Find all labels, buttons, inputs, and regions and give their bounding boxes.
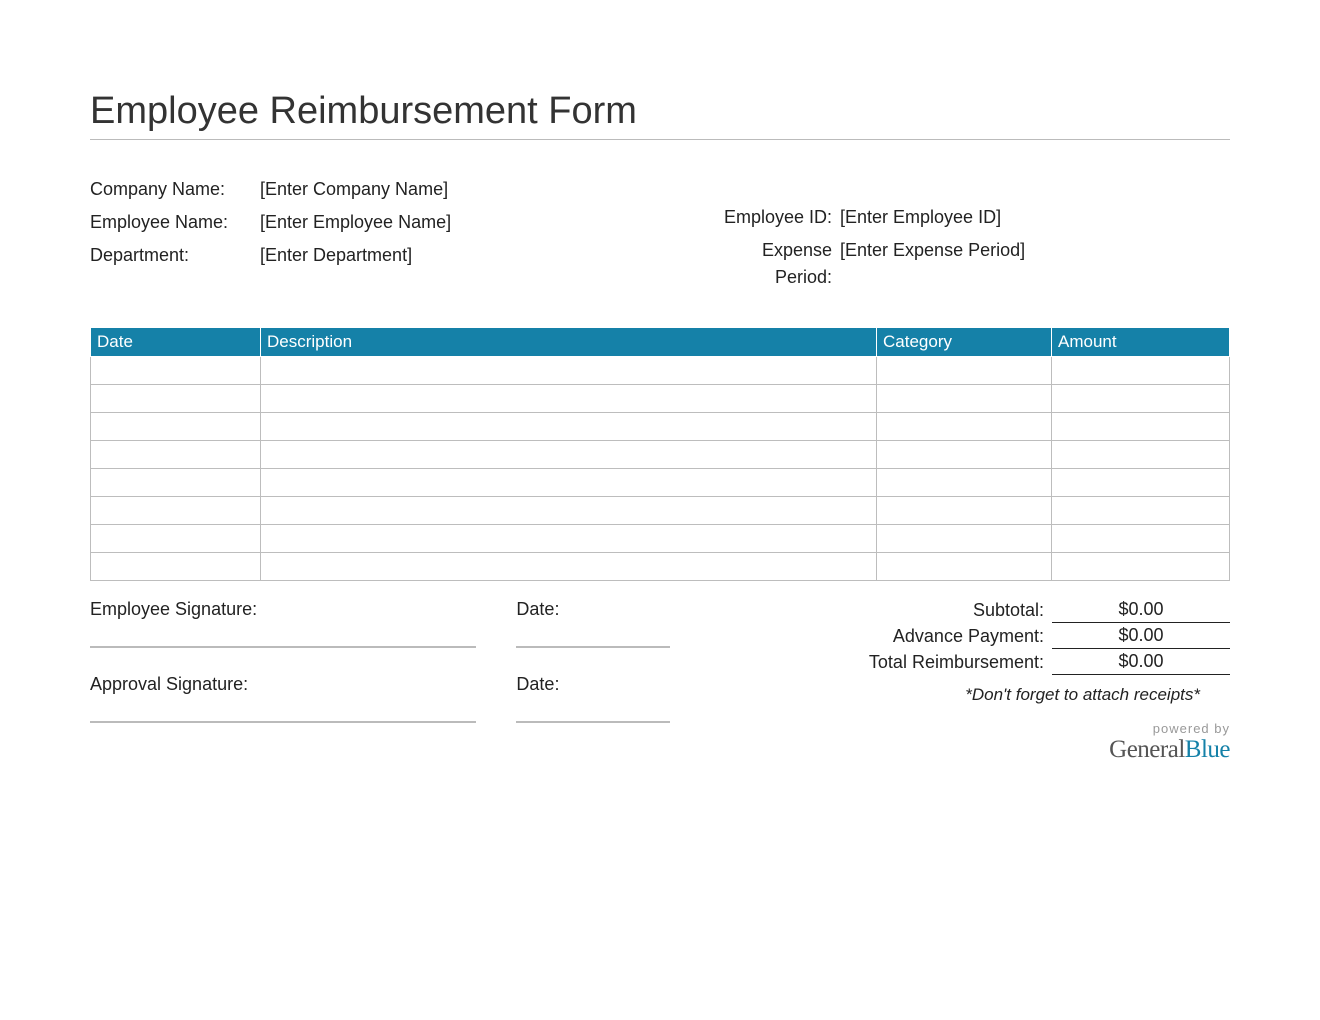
employee-sig-date-label: Date: <box>516 599 670 620</box>
employee-name-label: Employee Name: <box>90 209 260 236</box>
approval-sig-date-line[interactable] <box>516 721 670 723</box>
col-header-description: Description <box>261 328 877 357</box>
cell-amt[interactable] <box>1052 385 1230 413</box>
company-name-label: Company Name: <box>90 176 260 203</box>
department-field[interactable]: [Enter Department] <box>260 242 640 269</box>
cell-date[interactable] <box>91 553 261 581</box>
brand-logo: powered by GeneralBlue <box>710 721 1230 764</box>
brand-powered-by: powered by <box>710 721 1230 736</box>
table-row <box>91 553 1230 581</box>
cell-date[interactable] <box>91 469 261 497</box>
table-row <box>91 413 1230 441</box>
cell-amt[interactable] <box>1052 469 1230 497</box>
approval-signature-line[interactable] <box>90 721 476 723</box>
table-row <box>91 469 1230 497</box>
cell-amt[interactable] <box>1052 497 1230 525</box>
advance-payment-label: Advance Payment: <box>710 626 1052 649</box>
cell-desc[interactable] <box>261 385 877 413</box>
table-row <box>91 357 1230 385</box>
cell-desc[interactable] <box>261 497 877 525</box>
cell-cat[interactable] <box>877 469 1052 497</box>
cell-cat[interactable] <box>877 357 1052 385</box>
col-header-category: Category <box>877 328 1052 357</box>
cell-amt[interactable] <box>1052 441 1230 469</box>
table-row <box>91 385 1230 413</box>
col-header-amount: Amount <box>1052 328 1230 357</box>
receipts-note: *Don't forget to attach receipts* <box>710 685 1230 705</box>
subtotal-label: Subtotal: <box>710 600 1052 623</box>
cell-amt[interactable] <box>1052 413 1230 441</box>
expense-table: Date Description Category Amount <box>90 327 1230 581</box>
department-label: Department: <box>90 242 260 269</box>
cell-cat[interactable] <box>877 497 1052 525</box>
table-row <box>91 525 1230 553</box>
cell-desc[interactable] <box>261 441 877 469</box>
brand-name-part1: General <box>1109 736 1185 763</box>
cell-date[interactable] <box>91 441 261 469</box>
employee-sig-date-line[interactable] <box>516 646 670 648</box>
cell-amt[interactable] <box>1052 525 1230 553</box>
cell-amt[interactable] <box>1052 357 1230 385</box>
brand-name-part2: Blue <box>1185 736 1230 763</box>
employee-id-field[interactable]: [Enter Employee ID] <box>840 204 1120 231</box>
cell-date[interactable] <box>91 357 261 385</box>
subtotal-value: $0.00 <box>1052 599 1230 623</box>
expense-period-field[interactable]: [Enter Expense Period] <box>840 237 1120 291</box>
cell-cat[interactable] <box>877 413 1052 441</box>
table-row <box>91 441 1230 469</box>
cell-cat[interactable] <box>877 525 1052 553</box>
cell-date[interactable] <box>91 497 261 525</box>
cell-cat[interactable] <box>877 553 1052 581</box>
total-reimbursement-label: Total Reimbursement: <box>710 652 1052 675</box>
employee-id-label: Employee ID: <box>700 204 840 231</box>
info-section: Company Name: [Enter Company Name] Emplo… <box>90 176 1230 297</box>
employee-name-field[interactable]: [Enter Employee Name] <box>260 209 640 236</box>
cell-desc[interactable] <box>261 413 877 441</box>
company-name-field[interactable]: [Enter Company Name] <box>260 176 640 203</box>
page-title: Employee Reimbursement Form <box>90 90 1230 140</box>
cell-desc[interactable] <box>261 357 877 385</box>
cell-desc[interactable] <box>261 553 877 581</box>
employee-signature-line[interactable] <box>90 646 476 648</box>
expense-period-label: Expense Period: <box>700 237 840 291</box>
cell-date[interactable] <box>91 413 261 441</box>
cell-desc[interactable] <box>261 525 877 553</box>
employee-signature-label: Employee Signature: <box>90 599 476 620</box>
approval-signature-label: Approval Signature: <box>90 674 476 695</box>
cell-cat[interactable] <box>877 385 1052 413</box>
approval-sig-date-label: Date: <box>516 674 670 695</box>
cell-desc[interactable] <box>261 469 877 497</box>
col-header-date: Date <box>91 328 261 357</box>
cell-date[interactable] <box>91 525 261 553</box>
cell-date[interactable] <box>91 385 261 413</box>
table-row <box>91 497 1230 525</box>
cell-cat[interactable] <box>877 441 1052 469</box>
advance-payment-value: $0.00 <box>1052 625 1230 649</box>
cell-amt[interactable] <box>1052 553 1230 581</box>
total-reimbursement-value: $0.00 <box>1052 651 1230 675</box>
